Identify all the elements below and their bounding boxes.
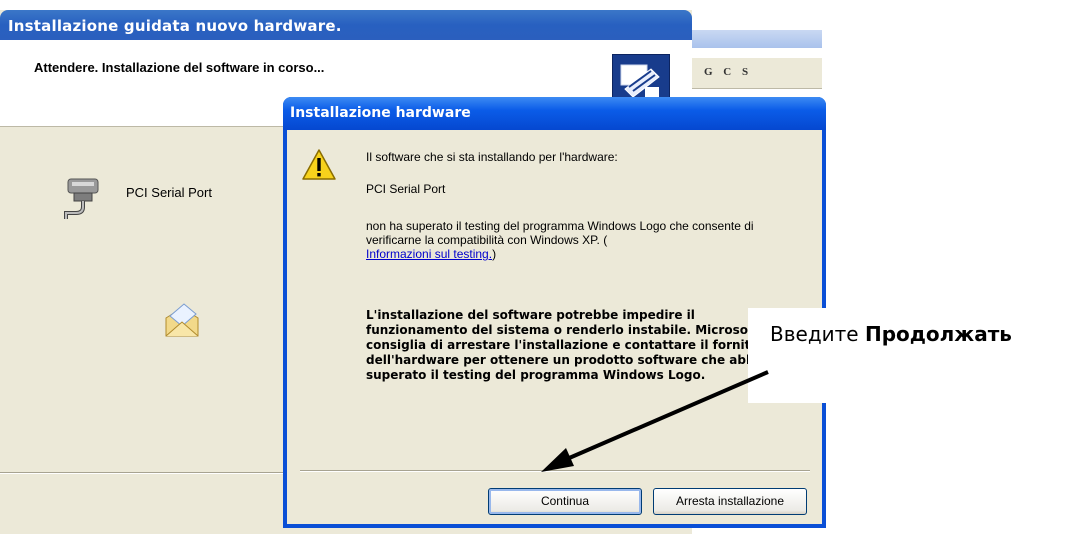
logo-test-close: ) xyxy=(492,247,497,261)
warning-text: L'installazione del software potrebbe im… xyxy=(366,308,773,382)
wizard-title: Installazione guidata nuovo hardware. xyxy=(8,17,342,35)
intro-text: Il software che si sta installando per l… xyxy=(366,150,618,164)
continue-button[interactable]: Continua xyxy=(488,488,642,515)
serial-port-icon xyxy=(60,155,104,222)
wizard-titlebar[interactable]: Installazione guidata nuovo hardware. xyxy=(0,10,692,40)
stop-installation-button[interactable]: Arresta installazione xyxy=(653,488,807,515)
dialog-title: Installazione hardware xyxy=(290,105,471,121)
annotation-prefix: Введите xyxy=(770,322,865,346)
dialog-titlebar[interactable]: Installazione hardware xyxy=(283,97,826,130)
device-name-text: PCI Serial Port xyxy=(366,182,446,196)
wizard-separator xyxy=(0,472,292,474)
editor-titlebar xyxy=(692,30,822,48)
dialog-body: Il software che si sta installando per l… xyxy=(287,130,822,524)
testing-info-link[interactable]: Informazioni sul testing. xyxy=(366,247,492,261)
install-package-icon xyxy=(162,300,204,345)
format-buttons[interactable]: G C S xyxy=(704,66,752,78)
warning-icon xyxy=(301,148,337,185)
hardware-install-dialog: Installazione hardware Il software che s… xyxy=(283,97,826,528)
annotation-bold: Продолжать xyxy=(864,322,1012,346)
device-name: PCI Serial Port xyxy=(126,185,212,200)
logo-test-text: non ha superato il testing del programma… xyxy=(366,219,796,261)
logo-test-body: non ha superato il testing del programma… xyxy=(366,219,754,247)
wizard-subtitle: Attendere. Installazione del software in… xyxy=(34,60,325,75)
annotation-text: Введите Продолжать xyxy=(770,322,1012,346)
dialog-separator xyxy=(300,470,810,472)
